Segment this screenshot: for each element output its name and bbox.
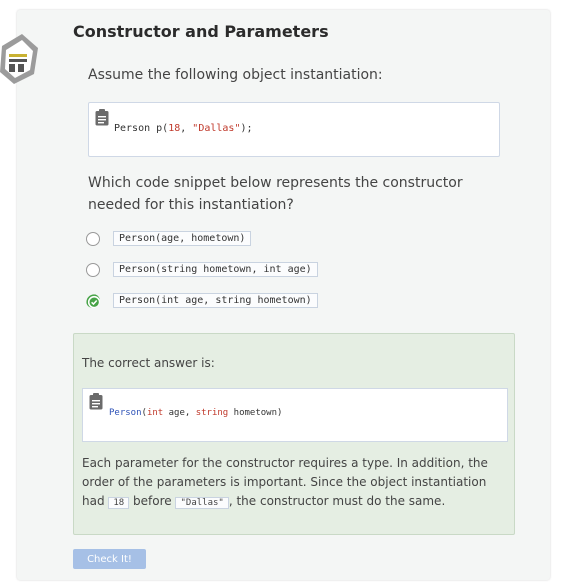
codio-logo-icon xyxy=(0,34,38,84)
code-string: "Dallas" xyxy=(192,123,241,134)
code-sample-box: Person p(18, "Dallas"); xyxy=(88,102,500,157)
code-class: Person p xyxy=(114,123,163,134)
inline-code-dallas: "Dallas" xyxy=(175,497,229,509)
explanation-part3: , the constructor must do the same. xyxy=(228,494,446,508)
answer-code-type2: string xyxy=(195,408,229,418)
code-sep: , xyxy=(180,123,193,134)
clipboard-icon[interactable] xyxy=(95,109,109,126)
radio-button[interactable] xyxy=(86,263,100,277)
page-title: Constructor and Parameters xyxy=(73,22,329,41)
code-number: 18 xyxy=(168,123,181,134)
answer-panel: The correct answer is: Person(int age, s… xyxy=(73,333,515,535)
check-it-button[interactable]: Check It! xyxy=(73,549,146,569)
answer-code-param1: age, xyxy=(163,408,196,418)
code-sample: Person p(18, "Dallas"); xyxy=(114,123,253,134)
answer-code-box: Person(int age, string hometown) xyxy=(82,388,508,442)
clipboard-icon[interactable] xyxy=(89,393,103,410)
option-label: Person(string hometown, int age) xyxy=(113,262,318,277)
checkmark-circle-icon[interactable] xyxy=(86,294,100,308)
answer-code-type1: int xyxy=(146,408,164,418)
answer-label: The correct answer is: xyxy=(82,356,215,370)
question-text: Which code snippet below represents the … xyxy=(88,175,463,213)
answer-code-name: Person xyxy=(109,408,142,418)
option-label: Person(int age, string hometown) xyxy=(113,293,318,308)
option-label: Person(age, hometown) xyxy=(113,231,252,246)
answer-code-param2: hometown) xyxy=(228,408,283,418)
instantiation-prompt: Assume the following object instantiatio… xyxy=(88,67,383,83)
code-close: ); xyxy=(240,123,253,134)
explanation-part2: before xyxy=(129,494,176,508)
radio-button[interactable] xyxy=(86,232,100,246)
answer-code: Person(int age, string hometown) xyxy=(109,408,282,418)
answer-explanation: Each parameter for the constructor requi… xyxy=(82,454,506,513)
inline-code-18: 18 xyxy=(108,497,130,509)
